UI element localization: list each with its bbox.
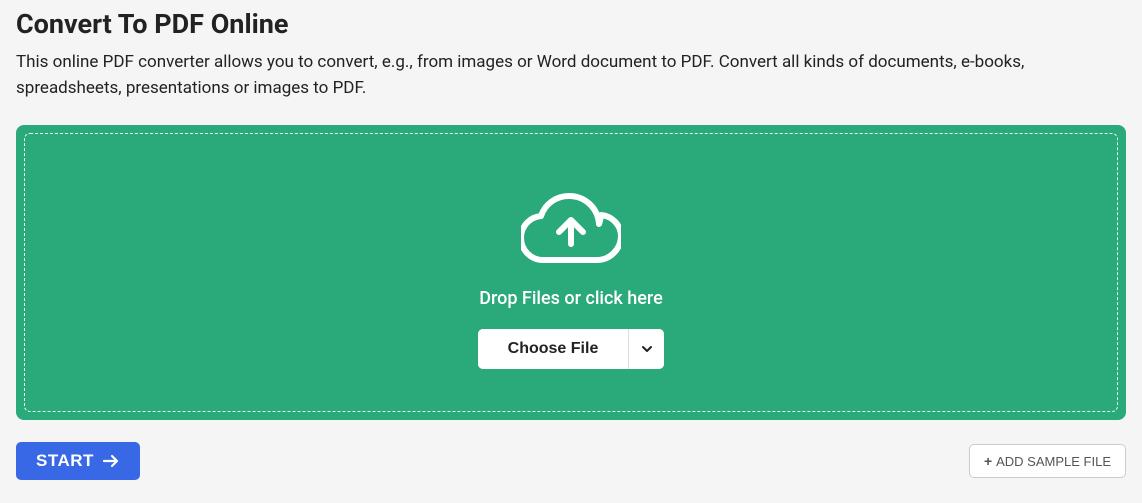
plus-icon: + (984, 453, 992, 469)
page-title: Convert To PDF Online (16, 8, 1126, 40)
choose-file-group: Choose File (478, 329, 665, 369)
start-button[interactable]: START (16, 442, 140, 480)
chevron-down-icon (641, 343, 653, 355)
arrow-right-icon (102, 452, 120, 470)
cloud-upload-icon (521, 192, 621, 270)
footer-row: START + ADD SAMPLE FILE (16, 442, 1126, 480)
dropzone[interactable]: Drop Files or click here Choose File (24, 133, 1118, 412)
add-sample-label: ADD SAMPLE FILE (996, 454, 1111, 469)
dropzone-container: Drop Files or click here Choose File (16, 125, 1126, 420)
choose-file-dropdown-button[interactable] (628, 329, 664, 369)
choose-file-button[interactable]: Choose File (478, 329, 629, 369)
dropzone-instruction: Drop Files or click here (479, 288, 663, 309)
start-button-label: START (36, 451, 94, 471)
add-sample-file-button[interactable]: + ADD SAMPLE FILE (969, 444, 1126, 478)
page-description: This online PDF converter allows you to … (16, 50, 1126, 101)
